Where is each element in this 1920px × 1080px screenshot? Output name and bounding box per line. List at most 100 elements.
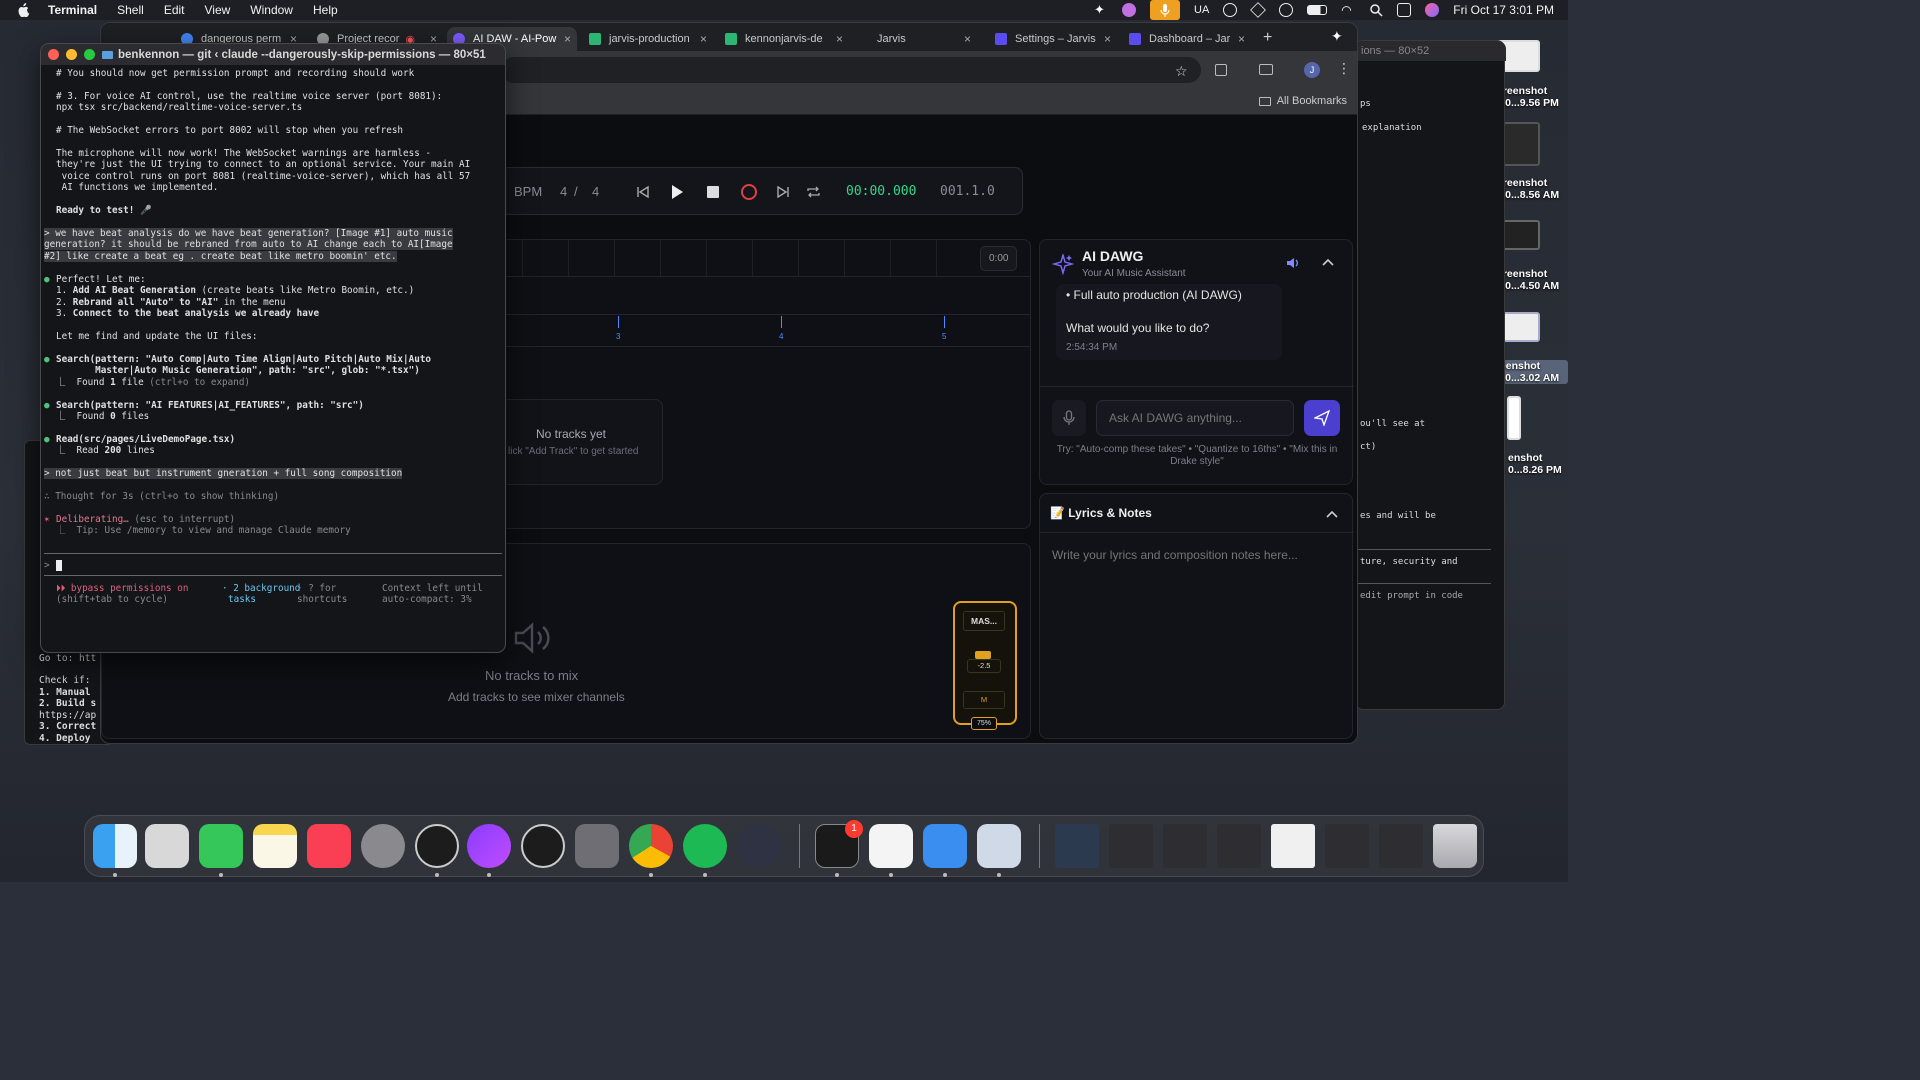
- tab-dashboard-jarvis[interactable]: Dashboard – Jar ×: [1123, 27, 1251, 51]
- time-signature-denominator[interactable]: 4: [592, 184, 599, 199]
- terminal-line: 2. Rebrand all "Auto" to "AI" in the men…: [56, 297, 286, 308]
- reminders-icon[interactable]: [869, 824, 913, 868]
- profile-avatar[interactable]: J: [1304, 62, 1320, 78]
- address-bar[interactable]: [501, 57, 1201, 83]
- send-button[interactable]: [1304, 400, 1340, 436]
- minimized-window-thumbnail[interactable]: [1217, 824, 1261, 868]
- close-tab-icon[interactable]: ×: [964, 32, 971, 46]
- lyrics-textarea[interactable]: [1042, 538, 1350, 734]
- browser-menu-icon[interactable]: ⋮: [1337, 60, 1351, 77]
- minimize-window-button[interactable]: [66, 49, 77, 60]
- launchpad-icon[interactable]: [145, 824, 189, 868]
- mute-button[interactable]: M: [963, 691, 1005, 709]
- minimized-window-thumbnail[interactable]: [1379, 824, 1423, 868]
- terminal-title: benkennon — git ‹ claude --dangerously-s…: [118, 48, 486, 61]
- skip-back-icon[interactable]: [636, 185, 650, 199]
- loop-icon[interactable]: [806, 185, 821, 199]
- minimized-window-thumbnail[interactable]: [1109, 824, 1153, 868]
- close-tab-icon[interactable]: ×: [564, 32, 571, 46]
- trash-icon[interactable]: [1433, 824, 1477, 868]
- sparkle-icon[interactable]: ✦: [1094, 3, 1108, 17]
- master-channel-strip[interactable]: MAS... -2.5 M 75%: [953, 601, 1017, 730]
- terminal-output[interactable]: # You should now get permission prompt a…: [41, 65, 505, 652]
- close-tab-icon[interactable]: ×: [1104, 32, 1111, 46]
- new-tab-button[interactable]: +: [1263, 29, 1272, 47]
- tab-jarvis-production[interactable]: jarvis-production ×: [583, 27, 713, 51]
- tab-jarvis[interactable]: Jarvis ×: [857, 27, 977, 51]
- play-icon[interactable]: [670, 184, 684, 200]
- siri-icon[interactable]: [1425, 3, 1440, 17]
- chrome-icon[interactable]: [629, 824, 673, 868]
- close-tab-icon[interactable]: ×: [1238, 32, 1245, 46]
- preview-icon[interactable]: [977, 824, 1021, 868]
- finder-icon[interactable]: [93, 824, 137, 868]
- play-status-icon[interactable]: [1279, 3, 1294, 17]
- control-center-icon[interactable]: [1397, 3, 1412, 17]
- desktop-screenshot-label[interactable]: enshot 0...8.26 PM: [1508, 452, 1586, 476]
- skip-forward-icon[interactable]: [776, 185, 790, 199]
- menu-shell[interactable]: Shell: [117, 3, 144, 17]
- music-icon[interactable]: [307, 824, 351, 868]
- extensions-icon[interactable]: [1215, 64, 1227, 76]
- close-tab-icon[interactable]: ×: [836, 32, 843, 46]
- close-window-button[interactable]: [48, 49, 59, 60]
- accessibility-icon[interactable]: [1223, 3, 1238, 17]
- minimized-window-thumbnail[interactable]: [1325, 824, 1369, 868]
- microphone-in-use-icon[interactable]: [1150, 0, 1181, 20]
- xcode-icon[interactable]: [923, 824, 967, 868]
- collapse-chevron-icon[interactable]: [1322, 258, 1334, 266]
- all-bookmarks-button[interactable]: All Bookmarks: [1258, 95, 1347, 107]
- input-source-indicator[interactable]: UA: [1194, 4, 1209, 16]
- status-background-tasks[interactable]: · 2 background: [222, 583, 300, 594]
- menu-window[interactable]: Window: [250, 3, 293, 17]
- minimized-window-thumbnail[interactable]: [1055, 824, 1099, 868]
- background-terminal-window[interactable]: ions — 80×52 ps explanation ou'll see at…: [1355, 40, 1506, 710]
- bookmark-star-icon[interactable]: ☆: [1175, 63, 1188, 80]
- timeline-area[interactable]: 0:00 3 4 5: [501, 239, 1031, 529]
- menu-help[interactable]: Help: [313, 3, 338, 17]
- logic-icon[interactable]: [415, 824, 459, 868]
- electron-icon[interactable]: [737, 824, 781, 868]
- voice-input-button[interactable]: [1052, 400, 1086, 436]
- minimized-window-thumbnail[interactable]: [1271, 824, 1315, 868]
- messages-icon[interactable]: [199, 824, 243, 868]
- menu-edit[interactable]: Edit: [164, 3, 185, 17]
- system-settings-icon[interactable]: [361, 824, 405, 868]
- terminal-window[interactable]: benkennon — git ‹ claude --dangerously-s…: [40, 43, 506, 653]
- desktop-screenshot-thumbnail[interactable]: [1507, 396, 1521, 440]
- tab-search-icon[interactable]: [1259, 64, 1273, 75]
- menu-app-name[interactable]: Terminal: [48, 3, 97, 17]
- menu-view[interactable]: View: [205, 3, 231, 17]
- menu-clock[interactable]: Fri Oct 17 3:01 PM: [1453, 3, 1554, 17]
- tab-settings-jarvis[interactable]: Settings – Jarvis ×: [989, 27, 1117, 51]
- spotlight-search-icon[interactable]: [1369, 3, 1383, 17]
- mixer-app-icon[interactable]: [521, 824, 565, 868]
- status-hint: (shift+tab to cycle): [56, 594, 168, 605]
- app-status-icon[interactable]: [1122, 3, 1137, 17]
- empty-tracks-title: No tracks yet: [536, 427, 607, 441]
- collapse-chevron-icon[interactable]: [1326, 510, 1338, 518]
- close-tab-icon[interactable]: ×: [700, 32, 707, 46]
- stop-icon[interactable]: [706, 185, 720, 199]
- screenshot-app-icon[interactable]: [575, 824, 619, 868]
- battery-icon[interactable]: [1307, 5, 1328, 15]
- terminal-line: AI functions we implemented.: [56, 182, 219, 193]
- minimized-window-thumbnail[interactable]: [1163, 824, 1207, 868]
- record-icon[interactable]: [740, 183, 758, 201]
- gemini-icon[interactable]: ✦: [1331, 28, 1343, 45]
- vpn-icon[interactable]: [1250, 2, 1267, 18]
- wifi-icon[interactable]: ◠: [1341, 3, 1355, 17]
- time-signature-numerator[interactable]: 4: [560, 184, 567, 199]
- master-fader-handle[interactable]: [975, 651, 991, 659]
- notes-icon[interactable]: [253, 824, 297, 868]
- text-cursor[interactable]: [56, 560, 62, 571]
- speaker-toggle-icon[interactable]: [1286, 257, 1300, 269]
- ask-ai-input[interactable]: [1096, 400, 1294, 436]
- apple-menu-icon[interactable]: [16, 3, 30, 17]
- zoom-window-button[interactable]: [84, 49, 95, 60]
- spotify-icon[interactable]: [683, 824, 727, 868]
- ai-app-icon[interactable]: [467, 824, 511, 868]
- terminal-line: npx tsx src/backend/realtime-voice-serve…: [56, 102, 303, 113]
- assistant-title: AI DAWG: [1082, 248, 1144, 264]
- tab-kennonjarvis-de[interactable]: kennonjarvis-de ×: [719, 27, 849, 51]
